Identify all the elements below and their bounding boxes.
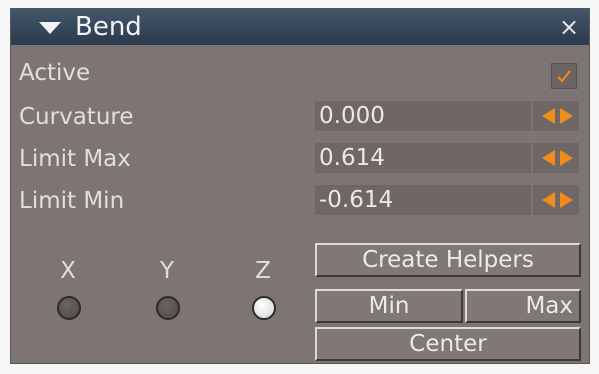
- close-icon[interactable]: ×: [559, 12, 579, 42]
- curvature-label: Curvature: [19, 104, 134, 130]
- checkmark-icon: [557, 70, 571, 83]
- decrement-arrow-icon[interactable]: [542, 108, 555, 124]
- min-button[interactable]: Min: [315, 289, 463, 323]
- limit-max-stepper[interactable]: [533, 143, 579, 173]
- increment-arrow-icon[interactable]: [560, 150, 573, 166]
- limit-min-field[interactable]: -0.614: [315, 185, 531, 215]
- limit-min-stepper[interactable]: [533, 185, 579, 215]
- max-button[interactable]: Max: [465, 289, 581, 323]
- bend-panel: Bend × Active Curvature 0.000 Limit Max …: [10, 8, 590, 364]
- axis-z-label: Z: [255, 258, 271, 284]
- limit-min-label: Limit Min: [19, 188, 125, 214]
- center-button[interactable]: Center: [315, 327, 581, 361]
- decrement-arrow-icon[interactable]: [542, 150, 555, 166]
- increment-arrow-icon[interactable]: [560, 192, 573, 208]
- decrement-arrow-icon[interactable]: [542, 192, 555, 208]
- curvature-field[interactable]: 0.000: [315, 101, 531, 131]
- collapse-arrow-icon[interactable]: [39, 22, 61, 34]
- axis-x-label: X: [60, 258, 76, 284]
- limit-max-field[interactable]: 0.614: [315, 143, 531, 173]
- create-helpers-button[interactable]: Create Helpers: [315, 243, 581, 277]
- axis-y-radio[interactable]: [156, 296, 180, 320]
- panel-titlebar[interactable]: Bend ×: [11, 9, 589, 45]
- increment-arrow-icon[interactable]: [560, 108, 573, 124]
- active-checkbox[interactable]: [551, 63, 577, 89]
- active-label: Active: [19, 60, 91, 86]
- axis-y-label: Y: [159, 258, 175, 284]
- limit-max-label: Limit Max: [19, 146, 131, 172]
- axis-z-radio[interactable]: [252, 296, 276, 320]
- panel-title: Bend: [75, 12, 142, 42]
- curvature-stepper[interactable]: [533, 101, 579, 131]
- axis-x-radio[interactable]: [57, 296, 81, 320]
